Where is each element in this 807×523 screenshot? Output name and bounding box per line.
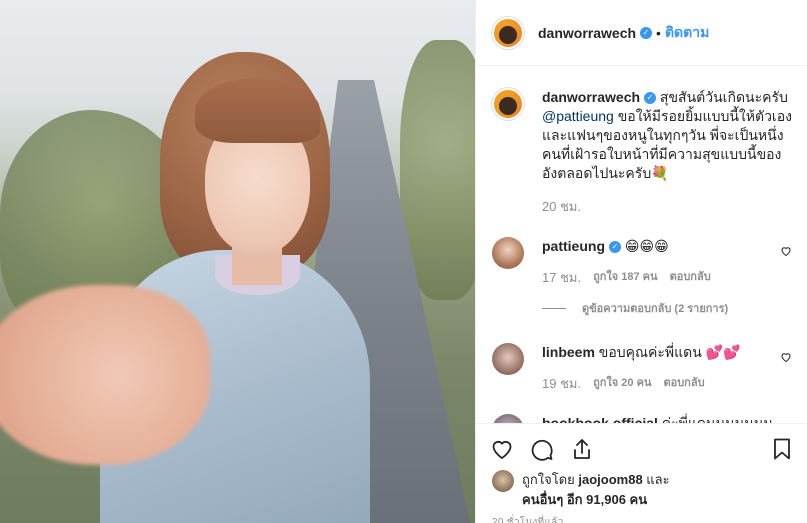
caption: danworrawech ✓ สุขสันต์วันเกิดนะครับ @pat… bbox=[492, 88, 792, 216]
comment-likes[interactable]: ถูกใจ 20 คน bbox=[593, 374, 651, 393]
share-icon bbox=[574, 438, 590, 459]
liked-by: ถูกใจโดย jaojoom88 และ คนอื่นๆ อีก 91,90… bbox=[492, 470, 792, 510]
post-timestamp[interactable]: 20 ชั่วโมงที่แล้ว bbox=[492, 515, 564, 523]
verified-badge-icon: ✓ bbox=[640, 26, 653, 39]
author-avatar[interactable] bbox=[492, 88, 524, 120]
save-button[interactable] bbox=[770, 437, 794, 461]
comment-icon bbox=[531, 439, 553, 461]
verified-badge-icon: ✓ bbox=[609, 241, 621, 254]
author-username[interactable]: danworrawech bbox=[538, 25, 636, 41]
like-button[interactable] bbox=[490, 437, 514, 461]
reply-button[interactable]: ตอบกลับ bbox=[670, 268, 711, 287]
comment-button[interactable] bbox=[530, 437, 554, 461]
comment-item: bookbook.official ค่ะพี่แดนนนนนนนนนนนนนน… bbox=[492, 414, 792, 423]
liked-by-and: และ bbox=[642, 472, 670, 487]
comment-text: ขอบคุณค่ะพี่แดน 💕💕 bbox=[598, 344, 741, 360]
verified-badge-icon: ✓ bbox=[644, 92, 657, 105]
follow-button[interactable]: ติดตาม bbox=[665, 22, 709, 44]
comment-text: 😁😁😁 bbox=[624, 238, 669, 254]
comment-time[interactable]: 19 ชม. bbox=[542, 374, 581, 393]
view-replies-label: ดูข้อความตอบกลับ (2 รายการ) bbox=[582, 303, 729, 315]
caption-text-a: สุขสันต์วันเกิดนะครับ bbox=[659, 89, 788, 105]
comment-username[interactable]: pattieung bbox=[542, 238, 605, 254]
outstretched-hand bbox=[0, 285, 210, 465]
separator-dot: • bbox=[656, 24, 661, 41]
heart-icon bbox=[492, 440, 512, 459]
post-header: danworrawech ✓ • ติดตาม bbox=[476, 0, 807, 66]
caption-mention-link[interactable]: @pattieung bbox=[542, 108, 614, 124]
post-sidebar: danworrawech ✓ • ติดตาม danworrawech ✓ สุ… bbox=[475, 0, 807, 523]
comment-heart-icon[interactable] bbox=[780, 351, 792, 363]
comment-heart-icon[interactable] bbox=[780, 245, 792, 257]
comments-list[interactable]: danworrawech ✓ สุขสันต์วันเกิดนะครับ @pat… bbox=[476, 67, 807, 423]
commenter-avatar[interactable] bbox=[492, 343, 524, 375]
comment-time[interactable]: 17 ชม. bbox=[542, 268, 581, 287]
action-bar bbox=[476, 423, 807, 473]
liked-by-prefix: ถูกใจโดย bbox=[522, 472, 579, 487]
liked-by-user[interactable]: jaojoom88 bbox=[578, 472, 642, 487]
liked-by-others[interactable]: คนอื่นๆ อีก 91,906 คน bbox=[522, 492, 647, 507]
share-button[interactable] bbox=[570, 437, 594, 461]
caption-time[interactable]: 20 ชม. bbox=[542, 197, 581, 216]
comment-username[interactable]: linbeem bbox=[542, 344, 595, 360]
liker-avatar[interactable] bbox=[492, 470, 514, 492]
comment-item: pattieung ✓ 😁😁😁 17 ชม. ถูกใจ 187 คน ตอบกล… bbox=[492, 237, 792, 287]
reply-button[interactable]: ตอบกลับ bbox=[663, 374, 704, 393]
bangs bbox=[195, 78, 320, 143]
comment-username[interactable]: bookbook.official bbox=[542, 415, 658, 423]
commenter-avatar[interactable] bbox=[492, 237, 524, 269]
post-photo[interactable] bbox=[0, 0, 475, 523]
comment-likes[interactable]: ถูกใจ 187 คน bbox=[593, 268, 657, 287]
comment-item: linbeem ขอบคุณค่ะพี่แดน 💕💕 19 ชม. ถูกใจ … bbox=[492, 343, 792, 393]
replies-line bbox=[542, 307, 566, 309]
caption-username[interactable]: danworrawech bbox=[542, 89, 640, 105]
author-avatar[interactable] bbox=[492, 16, 524, 49]
commenter-avatar[interactable] bbox=[492, 414, 524, 423]
view-replies-link[interactable]: ดูข้อความตอบกลับ (2 รายการ) bbox=[542, 299, 792, 317]
bookmark-icon bbox=[774, 438, 790, 459]
